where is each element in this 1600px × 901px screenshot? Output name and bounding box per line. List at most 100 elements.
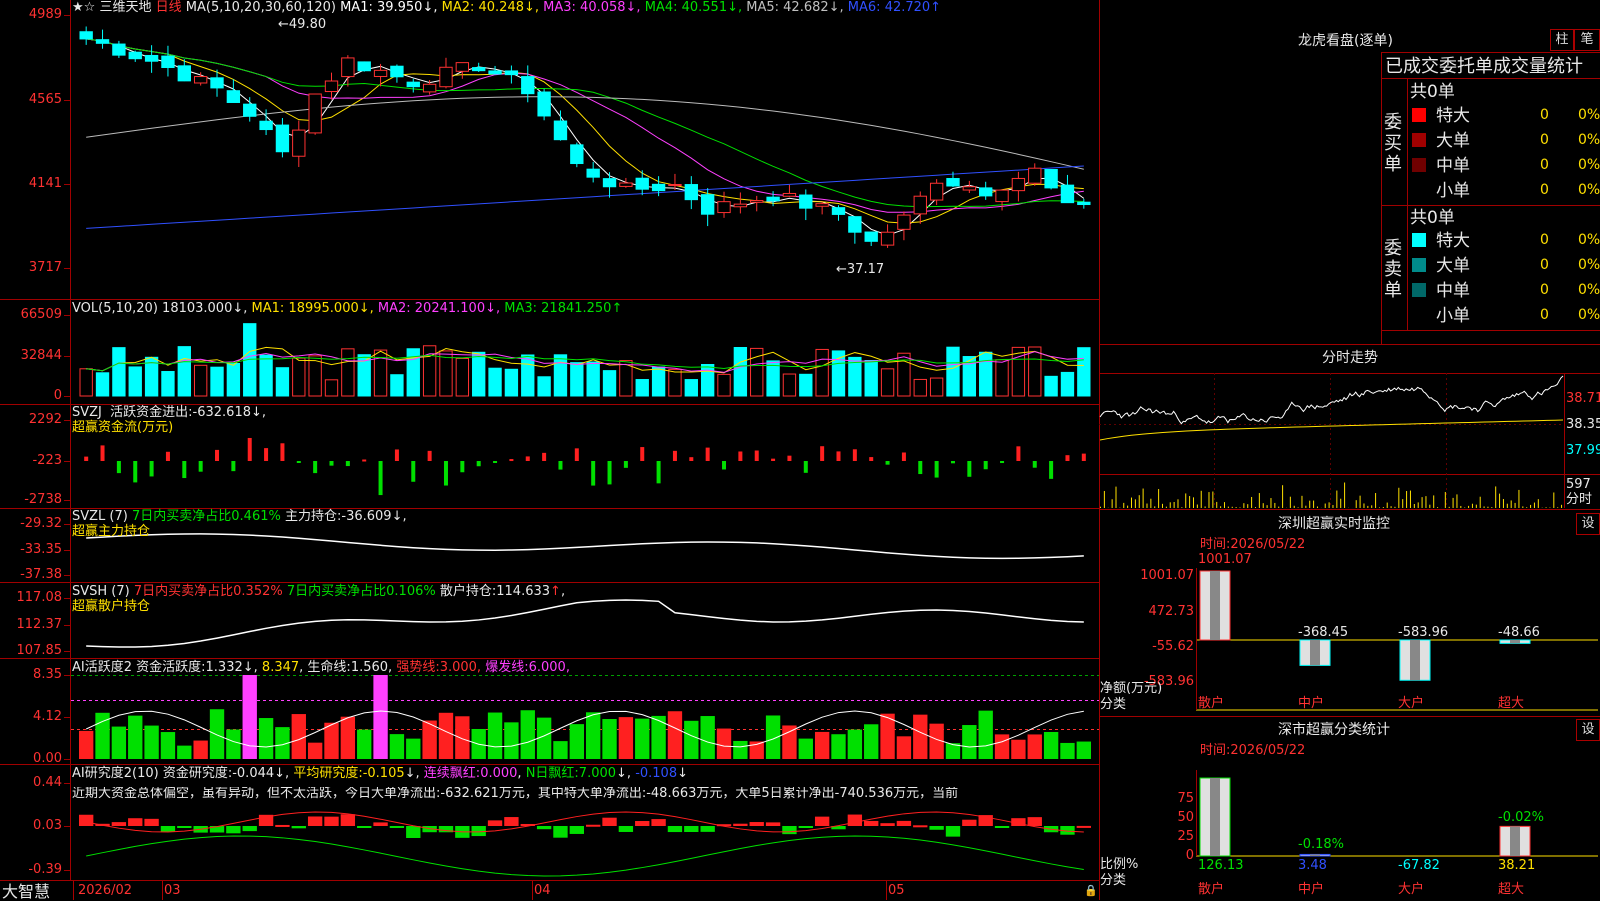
volume-bar bbox=[734, 348, 746, 396]
color-swatch bbox=[1412, 108, 1426, 122]
fund-flow-bar bbox=[199, 461, 203, 472]
order-row: 特大00% bbox=[1410, 229, 1600, 251]
period-label[interactable]: 日线 bbox=[156, 0, 182, 15]
tab-volume-stats[interactable]: 成交量统计 bbox=[1493, 56, 1583, 77]
ytick-ai-active-0: 8.35 bbox=[0, 668, 62, 682]
volume-bar bbox=[685, 380, 697, 396]
ytick-main-2: 4141 bbox=[0, 177, 62, 191]
ma-legend-item-6: MA6: 42.720↑ bbox=[844, 0, 941, 15]
research-bar bbox=[1028, 817, 1042, 826]
candle-body bbox=[636, 178, 648, 189]
main-panel-header: ★☆ 三维天地 日线 MA(5,10,20,30,60,120) MA1: 39… bbox=[72, 1, 941, 15]
ytick-svzl-1: -33.35 bbox=[0, 543, 62, 557]
research-bar bbox=[373, 822, 387, 826]
order-size-label: 特大 bbox=[1436, 107, 1470, 125]
sz-monitor-ylabel: 净额(万元) bbox=[1100, 682, 1162, 696]
activity-bar bbox=[308, 743, 322, 759]
fund-flow-bar bbox=[967, 461, 971, 477]
sz-monitor-settings-button[interactable]: 设 bbox=[1576, 513, 1600, 535]
sz-monitor-cat: 大户 bbox=[1398, 697, 1424, 711]
research-bar bbox=[390, 826, 404, 828]
intraday-vol-bar bbox=[1437, 507, 1438, 508]
fund-flow-bar bbox=[673, 451, 677, 461]
intraday-vol-bar bbox=[1344, 483, 1345, 508]
lock-icon[interactable]: 🔒 bbox=[1084, 884, 1098, 898]
fund-flow-bar bbox=[853, 449, 857, 461]
order-pct: 0% bbox=[1578, 183, 1600, 197]
volume-bar bbox=[325, 380, 337, 396]
candle-body bbox=[980, 188, 992, 196]
star-outline-icon[interactable]: ☆ bbox=[84, 0, 96, 15]
fund-flow-bar bbox=[280, 443, 284, 461]
candle-body bbox=[832, 208, 844, 215]
stock-name[interactable]: 三维天地 bbox=[99, 0, 151, 15]
intraday-vol-bar bbox=[1453, 498, 1454, 508]
sell-side-label: 委卖单 bbox=[1384, 238, 1404, 301]
ai-research-header: AI研究度2(10) 资金研究度:-0.044↓, 平均研究度:-0.105↓,… bbox=[72, 767, 688, 781]
intraday-vol-bar bbox=[1418, 502, 1419, 508]
intraday-vol-bar bbox=[1239, 507, 1240, 508]
intraday-vol-bar bbox=[1487, 507, 1488, 508]
fund-flow-bar bbox=[182, 461, 186, 478]
bar-view-button[interactable]: 柱 bbox=[1550, 29, 1574, 51]
activity-bar bbox=[962, 725, 976, 759]
intraday-vol-bar bbox=[1139, 495, 1140, 508]
volume-bar bbox=[701, 365, 713, 396]
intraday-vol-bar bbox=[1104, 491, 1105, 508]
research-bar bbox=[357, 826, 371, 828]
tab-orders[interactable]: 委托单 bbox=[1439, 56, 1493, 77]
sz-class-settings-button[interactable]: 设 bbox=[1576, 719, 1600, 741]
sz-class-bar-label: -0.02% bbox=[1498, 811, 1544, 825]
sz-monitor-xlabel: 分类 bbox=[1100, 698, 1126, 712]
vol-arrow: ↓ bbox=[232, 301, 243, 316]
volume-bar bbox=[342, 349, 354, 396]
fund-flow-bar bbox=[689, 457, 693, 461]
intraday-vol-bar bbox=[1499, 494, 1500, 508]
candle-body bbox=[669, 185, 681, 186]
intraday-vol-bar bbox=[1185, 493, 1186, 508]
activity-bar bbox=[717, 729, 731, 759]
sz-monitor-bar-shade bbox=[1310, 640, 1320, 665]
intraday-vol-bar bbox=[1278, 507, 1279, 508]
activity-bar bbox=[864, 724, 878, 759]
ai-active-label5: 爆发线: bbox=[485, 660, 528, 675]
activity-bar bbox=[128, 716, 142, 759]
intraday-vol-bar bbox=[1360, 496, 1361, 508]
activity-bar bbox=[668, 711, 682, 759]
volume-bar bbox=[211, 367, 223, 396]
volume-bar bbox=[783, 374, 795, 396]
fund-flow-bar bbox=[575, 448, 579, 461]
volume-bar bbox=[260, 355, 272, 396]
research-bar bbox=[177, 826, 191, 828]
activity-bar bbox=[521, 710, 535, 759]
ytick-svzl-2: -37.38 bbox=[0, 568, 62, 582]
color-swatch bbox=[1412, 258, 1426, 272]
intraday-vol-bar bbox=[1301, 496, 1302, 508]
tab-filled[interactable]: 已成交 bbox=[1385, 56, 1439, 77]
research-bar bbox=[799, 826, 813, 828]
activity-bar bbox=[390, 734, 404, 759]
fund-flow-bar bbox=[624, 461, 628, 468]
star-icon[interactable]: ★ bbox=[72, 0, 84, 15]
sz-class-cat: 散户 bbox=[1198, 883, 1224, 897]
intraday-vol-bar bbox=[1274, 503, 1275, 508]
svsh-sub: 超赢散户持仓 bbox=[72, 600, 150, 614]
research-bar bbox=[504, 817, 518, 826]
fund-flow-bar bbox=[493, 461, 497, 463]
intraday-vol-bar bbox=[1340, 499, 1341, 508]
research-bar bbox=[815, 817, 829, 826]
research-bar bbox=[750, 822, 764, 826]
research-bar bbox=[929, 826, 943, 830]
activity-bar bbox=[1077, 742, 1091, 759]
volume-bar bbox=[113, 348, 125, 396]
activity-bar bbox=[570, 724, 584, 759]
volume-bar bbox=[554, 355, 566, 396]
sz-monitor-title: 深圳超赢实时监控 bbox=[1278, 517, 1390, 531]
intraday-vol-bar bbox=[1530, 505, 1531, 508]
tick-view-button[interactable]: 笔 bbox=[1574, 29, 1600, 51]
fund-flow-bar bbox=[117, 461, 121, 473]
color-swatch bbox=[1412, 233, 1426, 247]
ytick-svsh-1: 112.37 bbox=[0, 618, 62, 632]
candle-body bbox=[391, 66, 403, 77]
intraday-vol-bar bbox=[1247, 504, 1248, 508]
